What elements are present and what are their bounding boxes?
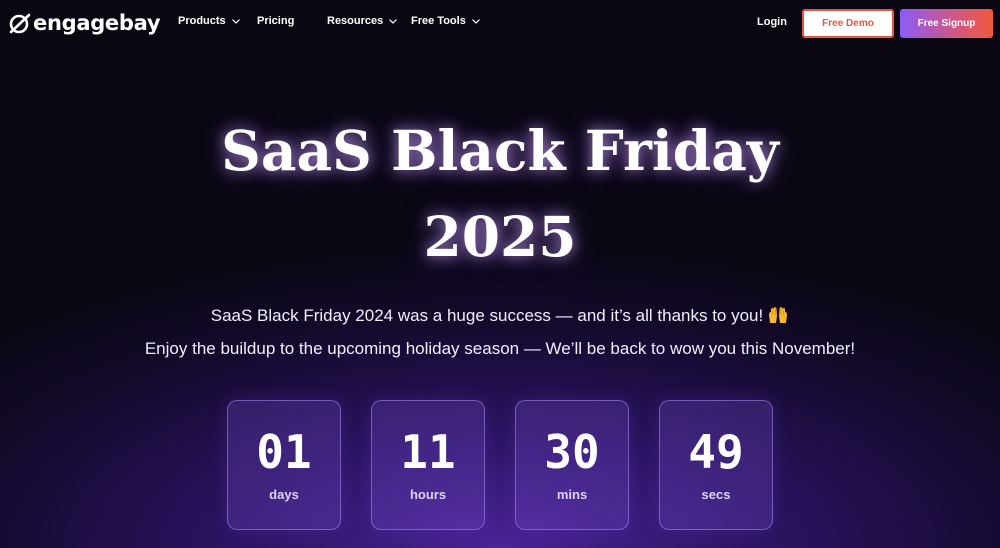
- countdown-days-value: 01: [256, 425, 312, 479]
- login-link[interactable]: Login: [757, 16, 787, 28]
- top-navigation: engagebay Products Pricing Resources Fre…: [0, 0, 1000, 46]
- nav-resources-label: Resources: [327, 15, 384, 27]
- chevron-down-icon: [231, 18, 240, 24]
- subtitle-line-2: Enjoy the buildup to the upcoming holida…: [144, 339, 856, 358]
- nav-pricing-label: Pricing: [257, 15, 295, 27]
- countdown-secs: 49 secs: [659, 400, 773, 530]
- free-signup-button[interactable]: Free Signup: [900, 9, 993, 38]
- countdown-days: 01 days: [227, 400, 341, 530]
- raising-hands-icon: [769, 307, 788, 323]
- subtitle-line-1: SaaS Black Friday 2024 was a huge succes…: [0, 306, 1000, 326]
- countdown-days-label: days: [269, 487, 299, 502]
- engagebay-logo[interactable]: engagebay: [8, 9, 161, 37]
- subtitle-line-1-text: SaaS Black Friday 2024 was a huge succes…: [210, 306, 764, 325]
- nav-products-label: Products: [178, 15, 226, 27]
- title-line-2: 2025: [423, 204, 577, 269]
- countdown-mins-label: mins: [556, 487, 588, 502]
- countdown-secs-value: 49: [688, 425, 744, 479]
- chevron-down-icon: [389, 18, 398, 24]
- countdown-hours-value: 11: [400, 425, 456, 479]
- free-demo-button[interactable]: Free Demo: [802, 9, 894, 38]
- countdown-hours-label: hours: [409, 487, 447, 502]
- chevron-down-icon: [471, 18, 480, 24]
- countdown-hours: 11 hours: [371, 400, 485, 530]
- countdown-secs-label: secs: [701, 487, 731, 502]
- logo-text: engagebay: [33, 11, 161, 35]
- nav-resources[interactable]: Resources: [327, 15, 398, 27]
- countdown-mins: 30 mins: [515, 400, 629, 530]
- nav-pricing[interactable]: Pricing: [257, 15, 294, 27]
- nav-free-tools-label: Free Tools: [411, 15, 466, 27]
- nav-free-tools[interactable]: Free Tools: [411, 15, 480, 27]
- nav-products[interactable]: Products: [178, 15, 240, 27]
- title-line-1: SaaS Black Friday: [221, 118, 779, 183]
- countdown-mins-value: 30: [544, 425, 600, 479]
- engagebay-logo-icon: [9, 13, 31, 34]
- page-title: SaaS Black Friday 2025: [0, 108, 1000, 280]
